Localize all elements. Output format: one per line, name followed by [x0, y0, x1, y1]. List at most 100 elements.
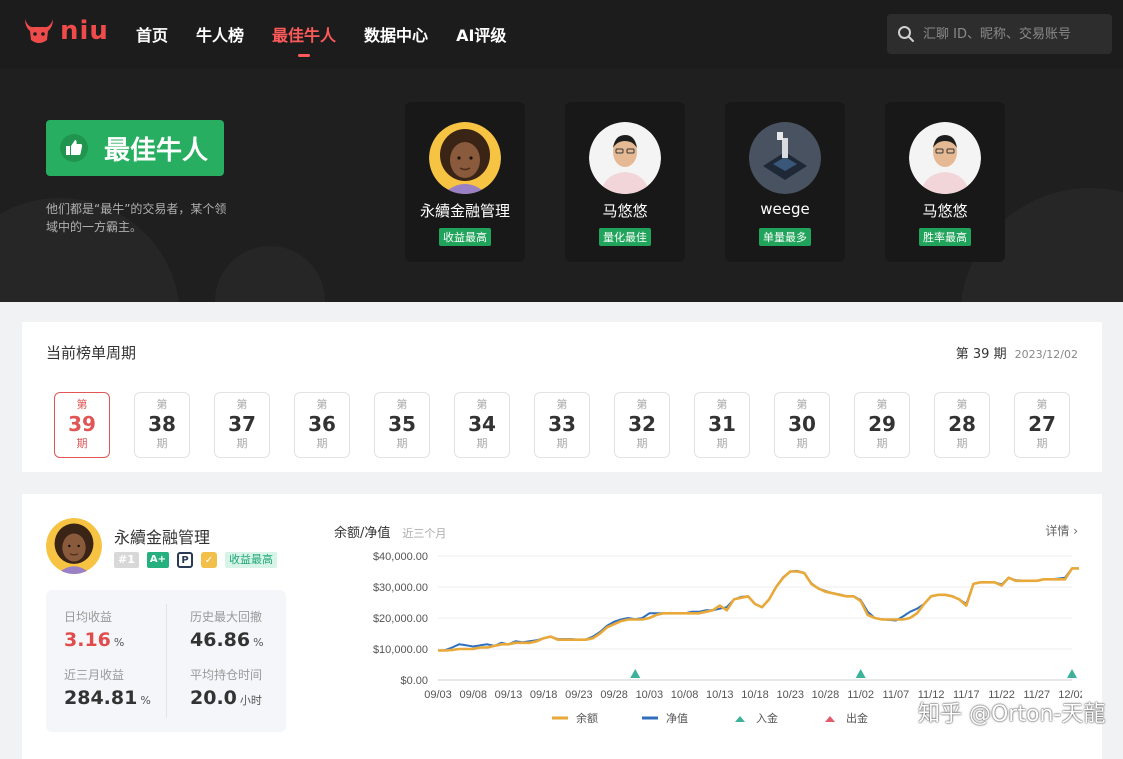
series-line-equity: [437, 567, 1079, 652]
legend-swatch: [735, 716, 745, 722]
current-period: 第 39 期 2023/12/02: [956, 343, 1078, 362]
period-suffix: 期: [716, 437, 728, 450]
period-prefix: 第: [796, 398, 808, 411]
stat-label: 日均收益: [64, 610, 113, 624]
stats-box: 日均收益 3.16% 历史最大回撤 46.86% 近三月收益 284.81% 平…: [46, 590, 286, 732]
trader-tag: 收益最高: [225, 552, 277, 568]
trader-name[interactable]: 永續金融管理: [114, 524, 210, 548]
trader-card[interactable]: 马悠悠 量化最佳: [565, 102, 685, 262]
nav-ai-rating[interactable]: AI评级: [456, 22, 506, 46]
avatar: [429, 122, 501, 194]
period-prefix: 第: [476, 398, 488, 411]
period-item-34[interactable]: 第 34 期: [454, 392, 510, 458]
site-logo[interactable]: niu: [22, 14, 109, 48]
period-prefix: 第: [396, 398, 408, 411]
nav-leaderboard[interactable]: 牛人榜: [196, 22, 244, 46]
stat-max-drawdown: 历史最大回撤 46.86%: [190, 608, 264, 651]
chart-title: 余额/净值: [334, 526, 391, 541]
chart-subtitle: 近三个月: [402, 527, 447, 540]
period-prefix: 第: [716, 398, 728, 411]
period-item-27[interactable]: 第 27 期: [1014, 392, 1070, 458]
x-tick-label: 09/08: [459, 689, 487, 701]
period-suffix: 期: [316, 437, 328, 450]
period-prefix: 第: [1036, 398, 1048, 411]
period-number: 28: [948, 412, 976, 436]
nav-home[interactable]: 首页: [136, 22, 168, 46]
trader-card[interactable]: 永續金融管理 收益最高: [405, 102, 525, 262]
current-period-date: 2023/12/02: [1014, 348, 1078, 361]
x-tick-label: 09/13: [495, 689, 523, 701]
x-tick-label: 10/08: [671, 689, 699, 701]
period-item-29[interactable]: 第 29 期: [854, 392, 910, 458]
legend-label: 出金: [846, 711, 868, 725]
legend-swatch: [825, 716, 835, 722]
badge-row: #1 A+ P ✓ 收益最高: [114, 552, 277, 568]
period-item-32[interactable]: 第 32 期: [614, 392, 670, 458]
period-prefix: 第: [956, 398, 968, 411]
deposit-marker: [630, 669, 641, 678]
period-suffix: 期: [396, 437, 408, 450]
trader-card[interactable]: 马悠悠 胜率最高: [885, 102, 1005, 262]
stat-daily-return: 日均收益 3.16%: [64, 608, 124, 651]
period-number: 29: [868, 412, 896, 436]
period-item-37[interactable]: 第 37 期: [214, 392, 270, 458]
current-period-label: 第 39 期: [955, 347, 1007, 362]
y-tick-label: $30,000.00: [373, 582, 428, 594]
legend-label: 入金: [756, 711, 778, 725]
trader-name: 马悠悠: [922, 202, 968, 220]
period-item-39[interactable]: 第 39 期: [54, 392, 110, 458]
stat-value: 20.0 小时: [190, 687, 262, 709]
divider: [166, 604, 167, 718]
period-suffix: 期: [796, 437, 808, 450]
period-item-33[interactable]: 第 33 期: [534, 392, 590, 458]
period-number: 37: [228, 412, 256, 436]
trader-tag: 胜率最高: [919, 228, 971, 246]
x-tick-label: 09/03: [424, 689, 452, 701]
hero-description: 他们都是“最牛”的交易者，某个领域中的一方霸主。: [46, 202, 227, 234]
period-prefix: 第: [156, 398, 168, 411]
period-item-36[interactable]: 第 36 期: [294, 392, 350, 458]
period-prefix: 第: [556, 398, 568, 411]
y-tick-label: $40,000.00: [373, 551, 428, 563]
x-tick-label: 10/23: [776, 689, 804, 701]
decor-circle: [215, 246, 325, 302]
nav-best-traders[interactable]: 最佳牛人: [272, 22, 336, 57]
period-item-28[interactable]: 第 28 期: [934, 392, 990, 458]
series-line-balance: [438, 567, 1079, 652]
period-number: 35: [388, 412, 416, 436]
period-number: 38: [148, 412, 176, 436]
trader-name: weege: [760, 200, 810, 218]
period-panel: 当前榜单周期 第 39 期 2023/12/02 第 39 期第 38 期第 37 期第 36…: [22, 322, 1102, 472]
details-link[interactable]: 详情 ›: [1045, 522, 1078, 539]
stat-3month-return: 近三月收益 284.81%: [64, 666, 151, 709]
x-tick-label: 09/23: [565, 689, 593, 701]
period-prefix: 第: [876, 398, 888, 411]
legend-label: 净值: [666, 711, 688, 725]
deposit-marker: [855, 669, 866, 678]
trader-tag: 单量最多: [759, 228, 811, 246]
avatar[interactable]: [46, 518, 102, 574]
search-input[interactable]: [923, 26, 1103, 42]
grade-badge: A+: [146, 552, 169, 568]
period-number: 32: [628, 412, 656, 436]
period-item-35[interactable]: 第 35 期: [374, 392, 430, 458]
period-prefix: 第: [76, 398, 88, 411]
stat-label: 近三月收益: [64, 668, 125, 682]
bull-logo-icon: [25, 19, 53, 43]
nav-data-center[interactable]: 数据中心: [364, 22, 428, 46]
stat-value: 284.81%: [64, 687, 151, 709]
trader-card[interactable]: weege 单量最多: [725, 102, 845, 262]
period-item-31[interactable]: 第 31 期: [694, 392, 750, 458]
search-box[interactable]: [887, 14, 1112, 54]
period-item-38[interactable]: 第 38 期: [134, 392, 190, 458]
period-item-30[interactable]: 第 30 期: [774, 392, 830, 458]
period-suffix: 期: [876, 437, 888, 450]
period-suffix: 期: [556, 437, 568, 450]
legend-label: 余额: [576, 711, 598, 725]
thumbs-up-icon: [60, 134, 88, 162]
period-suffix: 期: [476, 437, 488, 450]
period-number: 33: [548, 412, 576, 436]
search-icon: [898, 26, 914, 42]
x-tick-label: 10/18: [741, 689, 769, 701]
period-number: 27: [1028, 412, 1056, 436]
